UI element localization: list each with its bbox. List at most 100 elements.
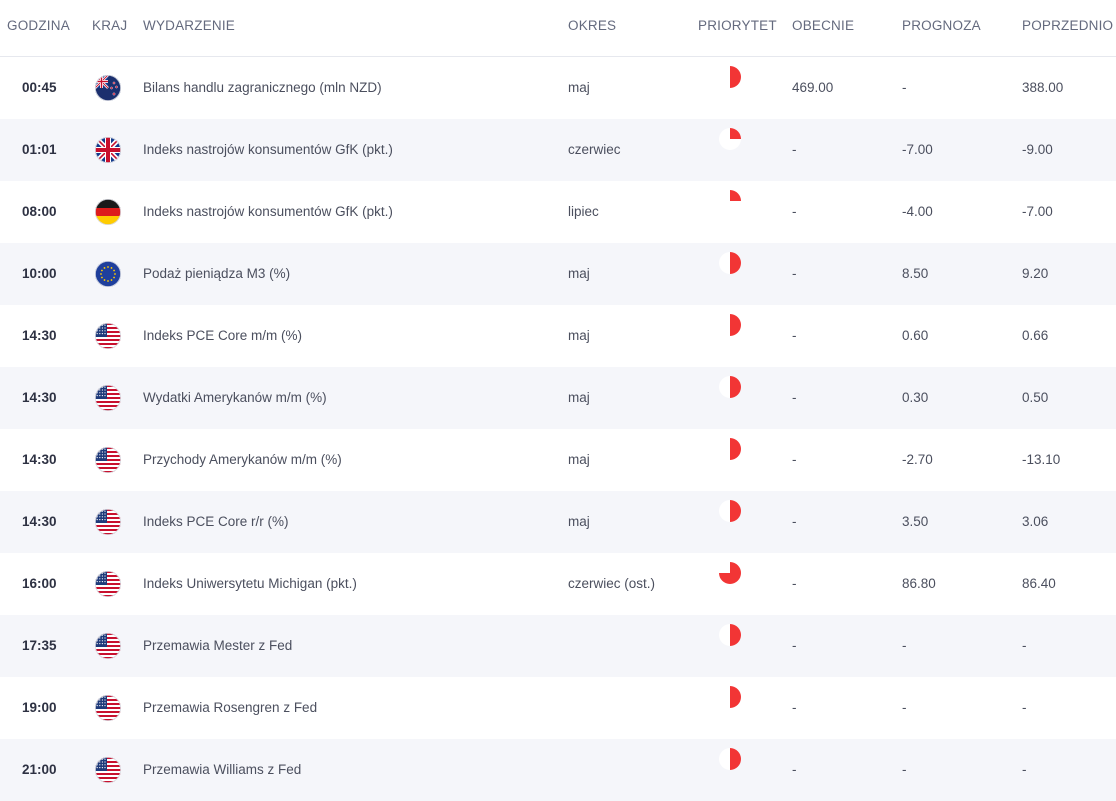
event-time: 14:30 xyxy=(22,452,57,467)
event-time: 14:30 xyxy=(22,514,57,529)
table-row[interactable]: 01:01 Indeks nastrojów konsumentów GfK (p… xyxy=(0,119,1116,181)
header-country[interactable]: KRAJ xyxy=(92,18,127,33)
event-name: Indeks PCE Core r/r (%) xyxy=(143,514,289,529)
table-row[interactable]: 19:00 Przemawia Rosengren z Fed - - - xyxy=(0,677,1116,739)
event-time: 08:00 xyxy=(22,204,57,219)
priority-indicator xyxy=(718,677,742,739)
priority-pie-icon xyxy=(719,252,741,274)
header-period[interactable]: OKRES xyxy=(568,18,616,33)
country-flag xyxy=(95,677,121,739)
previous-value: - xyxy=(1022,638,1027,653)
priority-pie-icon xyxy=(719,562,741,584)
event-name: Przychody Amerykanów m/m (%) xyxy=(143,452,342,467)
priority-indicator xyxy=(718,243,742,305)
actual-value: - xyxy=(792,452,797,467)
header-event[interactable]: WYDARZENIE xyxy=(143,18,235,33)
event-time: 16:00 xyxy=(22,576,57,591)
priority-pie-icon xyxy=(719,500,741,522)
event-period: maj xyxy=(568,390,590,405)
previous-value: 0.50 xyxy=(1022,390,1049,405)
priority-pie-icon xyxy=(719,66,741,88)
priority-indicator xyxy=(718,305,742,367)
previous-value: - xyxy=(1022,762,1027,777)
priority-indicator xyxy=(718,429,742,491)
event-time: 21:00 xyxy=(22,762,57,777)
priority-pie-icon xyxy=(719,376,741,398)
table-row[interactable]: 14:30 Przychody Amerykanów m/m (%) maj - -2.… xyxy=(0,429,1116,491)
forecast-value: - xyxy=(902,762,907,777)
event-period: maj xyxy=(568,266,590,281)
event-list: 00:45 Bilans handlu zagranicznego (mln NZ… xyxy=(0,57,1116,801)
actual-value: - xyxy=(792,762,797,777)
event-time: 17:35 xyxy=(22,638,57,653)
us-flag-icon xyxy=(95,509,121,535)
event-time: 19:00 xyxy=(22,700,57,715)
country-flag xyxy=(95,367,121,429)
priority-pie-icon xyxy=(719,190,741,212)
priority-pie-icon xyxy=(719,128,741,150)
forecast-value: -2.70 xyxy=(902,452,933,467)
priority-indicator xyxy=(718,57,742,119)
header-previous[interactable]: POPRZEDNIO xyxy=(1022,18,1113,33)
previous-value: 86.40 xyxy=(1022,576,1056,591)
event-name: Przemawia Rosengren z Fed xyxy=(143,700,318,715)
previous-value: 9.20 xyxy=(1022,266,1049,281)
eu-flag-icon xyxy=(95,261,121,287)
priority-indicator xyxy=(718,491,742,553)
priority-indicator xyxy=(718,119,742,181)
forecast-value: -7.00 xyxy=(902,142,933,157)
event-time: 01:01 xyxy=(22,142,57,157)
event-name: Przemawia Mester z Fed xyxy=(143,638,293,653)
event-period: maj xyxy=(568,452,590,467)
us-flag-icon xyxy=(95,447,121,473)
table-row[interactable]: 08:00 Indeks nastrojów konsumentów GfK (p… xyxy=(0,181,1116,243)
country-flag xyxy=(95,553,121,615)
header-priority[interactable]: PRIORYTET xyxy=(698,18,777,33)
table-row[interactable]: 21:00 Przemawia Williams z Fed - - - xyxy=(0,739,1116,801)
event-name: Indeks PCE Core m/m (%) xyxy=(143,328,303,343)
country-flag xyxy=(95,615,121,677)
event-name: Indeks nastrojów konsumentów GfK (pkt.) xyxy=(143,142,393,157)
uk-flag-icon xyxy=(95,137,121,163)
actual-value: - xyxy=(792,142,797,157)
event-period: maj xyxy=(568,328,590,343)
forecast-value: 8.50 xyxy=(902,266,929,281)
forecast-value: - xyxy=(902,638,907,653)
de-flag-icon xyxy=(95,199,121,225)
priority-indicator xyxy=(718,367,742,429)
header-actual[interactable]: OBECNIE xyxy=(792,18,854,33)
previous-value: 3.06 xyxy=(1022,514,1049,529)
actual-value: - xyxy=(792,390,797,405)
table-row[interactable]: 16:00 Indeks Uniwersytetu Michigan (pkt.)… xyxy=(0,553,1116,615)
country-flag xyxy=(95,739,121,801)
us-flag-icon xyxy=(95,633,121,659)
us-flag-icon xyxy=(95,323,121,349)
table-row[interactable]: 00:45 Bilans handlu zagranicznego (mln NZ… xyxy=(0,57,1116,119)
priority-indicator xyxy=(718,739,742,801)
event-period: czerwiec xyxy=(568,142,621,157)
previous-value: - xyxy=(1022,700,1027,715)
country-flag xyxy=(95,491,121,553)
table-row[interactable]: 14:30 Indeks PCE Core r/r (%) maj - 3.50 3.06 xyxy=(0,491,1116,553)
event-name: Indeks Uniwersytetu Michigan (pkt.) xyxy=(143,576,357,591)
forecast-value: - xyxy=(902,80,907,95)
nz-flag-icon xyxy=(95,75,121,101)
forecast-value: -4.00 xyxy=(902,204,933,219)
table-header: GODZINA KRAJ WYDARZENIE OKRES PRIORYTET … xyxy=(0,0,1116,57)
header-time[interactable]: GODZINA xyxy=(7,18,70,33)
priority-pie-icon xyxy=(719,438,741,460)
actual-value: - xyxy=(792,514,797,529)
actual-value: 469.00 xyxy=(792,80,834,95)
event-time: 14:30 xyxy=(22,390,57,405)
table-row[interactable]: 10:00 Podaż pieniądza M3 (%) maj - 8.50 9.20 xyxy=(0,243,1116,305)
table-row[interactable]: 14:30 Indeks PCE Core m/m (%) maj - 0.60 0.66 xyxy=(0,305,1116,367)
country-flag xyxy=(95,305,121,367)
country-flag xyxy=(95,119,121,181)
event-period: lipiec xyxy=(568,204,599,219)
table-row[interactable]: 17:35 Przemawia Mester z Fed - - - xyxy=(0,615,1116,677)
table-row[interactable]: 14:30 Wydatki Amerykanów m/m (%) maj - 0.30 0… xyxy=(0,367,1116,429)
event-period: maj xyxy=(568,80,590,95)
forecast-value: 0.30 xyxy=(902,390,929,405)
previous-value: -9.00 xyxy=(1022,142,1053,157)
header-forecast[interactable]: PROGNOZA xyxy=(902,18,981,33)
